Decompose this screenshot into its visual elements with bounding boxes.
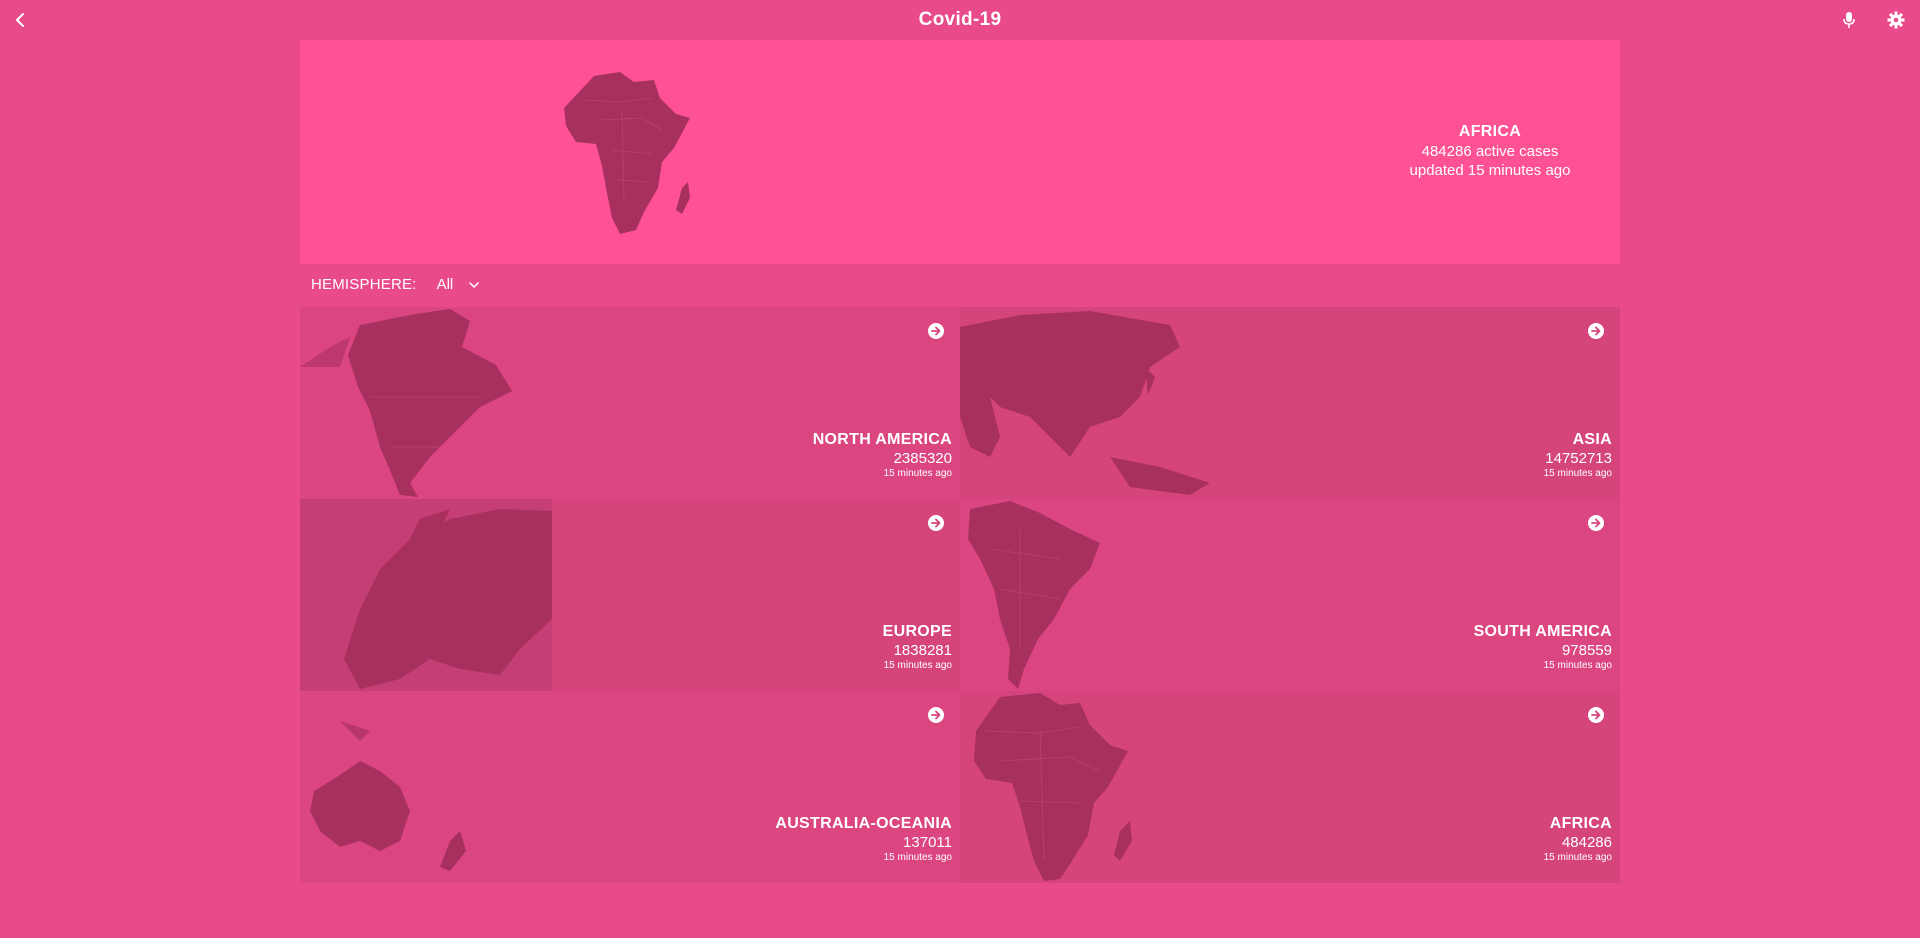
continent-updated: 15 minutes ago — [883, 468, 952, 479]
continent-card-asia[interactable]: ASIA 14752713 15 minutes ago — [960, 307, 1620, 499]
continent-updated: 15 minutes ago — [883, 660, 952, 671]
asia-map — [960, 311, 1210, 495]
continent-name: AUSTRALIA-OCEANIA — [775, 815, 952, 832]
continent-count: 137011 — [903, 834, 952, 851]
chevron-down-icon — [469, 281, 479, 288]
selected-updated-time: updated 15 minutes ago — [1409, 162, 1571, 179]
continent-card-africa[interactable]: AFRICA 484286 15 minutes ago — [960, 691, 1620, 883]
continent-info: AFRICA 484286 15 minutes ago — [1544, 815, 1612, 863]
settings-button[interactable] — [1884, 8, 1908, 32]
selected-continent-banner: AFRICA 484286 active cases updated 15 mi… — [300, 40, 1620, 264]
microphone-button[interactable] — [1837, 8, 1861, 32]
continent-name: SOUTH AMERICA — [1473, 623, 1612, 640]
africa-map — [974, 693, 1132, 881]
hemisphere-select[interactable]: All — [437, 276, 480, 293]
south-america-map — [968, 501, 1100, 689]
continent-count: 2385320 — [893, 450, 952, 467]
arrow-right-circle-icon — [928, 323, 944, 339]
continent-info: ASIA 14752713 15 minutes ago — [1544, 431, 1612, 479]
continent-updated: 15 minutes ago — [883, 852, 952, 863]
continent-name: AFRICA — [1549, 815, 1612, 832]
north-america-map — [300, 309, 512, 497]
continent-count: 484286 — [1561, 834, 1612, 851]
continent-name: EUROPE — [882, 623, 952, 640]
microphone-icon — [1843, 12, 1855, 28]
arrow-right-circle-icon — [1588, 323, 1604, 339]
continent-count: 14752713 — [1545, 450, 1612, 467]
hemisphere-selected-value: All — [436, 276, 454, 293]
continent-updated: 15 minutes ago — [1543, 852, 1612, 863]
arrow-right-circle-icon — [928, 515, 944, 531]
arrow-right-circle-icon — [1588, 515, 1604, 531]
continent-info: AUSTRALIA-OCEANIA 137011 15 minutes ago — [775, 815, 952, 863]
continent-info: NORTH AMERICA 2385320 15 minutes ago — [813, 431, 952, 479]
continent-updated: 15 minutes ago — [1543, 468, 1612, 479]
australia-oceania-map — [310, 721, 466, 871]
continent-updated: 15 minutes ago — [1543, 660, 1612, 671]
selected-continent-name: AFRICA — [1458, 123, 1522, 140]
top-bar: Covid-19 — [0, 0, 1920, 40]
continent-count: 1838281 — [893, 642, 952, 659]
hemisphere-filter: HEMISPHERE: All — [311, 276, 479, 293]
continent-count: 978559 — [1561, 642, 1612, 659]
selected-continent-info: AFRICA 484286 active cases updated 15 mi… — [1410, 123, 1571, 179]
page-title: Covid-19 — [918, 9, 1002, 30]
arrow-right-circle-icon — [1588, 707, 1604, 723]
continent-info: EUROPE 1838281 15 minutes ago — [883, 623, 952, 671]
continent-card-north-america[interactable]: NORTH AMERICA 2385320 15 minutes ago — [300, 307, 960, 499]
hemisphere-label: HEMISPHERE: — [311, 276, 417, 293]
continent-grid: NORTH AMERICA 2385320 15 minutes ago ASI… — [300, 307, 1620, 883]
arrow-right-circle-icon — [928, 707, 944, 723]
continent-info: SOUTH AMERICA 978559 15 minutes ago — [1474, 623, 1612, 671]
europe-map — [300, 499, 552, 691]
continent-name: ASIA — [1572, 431, 1612, 448]
gear-icon — [1887, 11, 1905, 29]
selected-active-cases: 484286 active cases — [1421, 143, 1559, 160]
continent-card-australia-oceania[interactable]: AUSTRALIA-OCEANIA 137011 15 minutes ago — [300, 691, 960, 883]
continent-name: NORTH AMERICA — [812, 431, 952, 448]
africa-map — [564, 72, 690, 234]
continent-card-europe[interactable]: EUROPE 1838281 15 minutes ago — [300, 499, 960, 691]
continent-card-south-america[interactable]: SOUTH AMERICA 978559 15 minutes ago — [960, 499, 1620, 691]
